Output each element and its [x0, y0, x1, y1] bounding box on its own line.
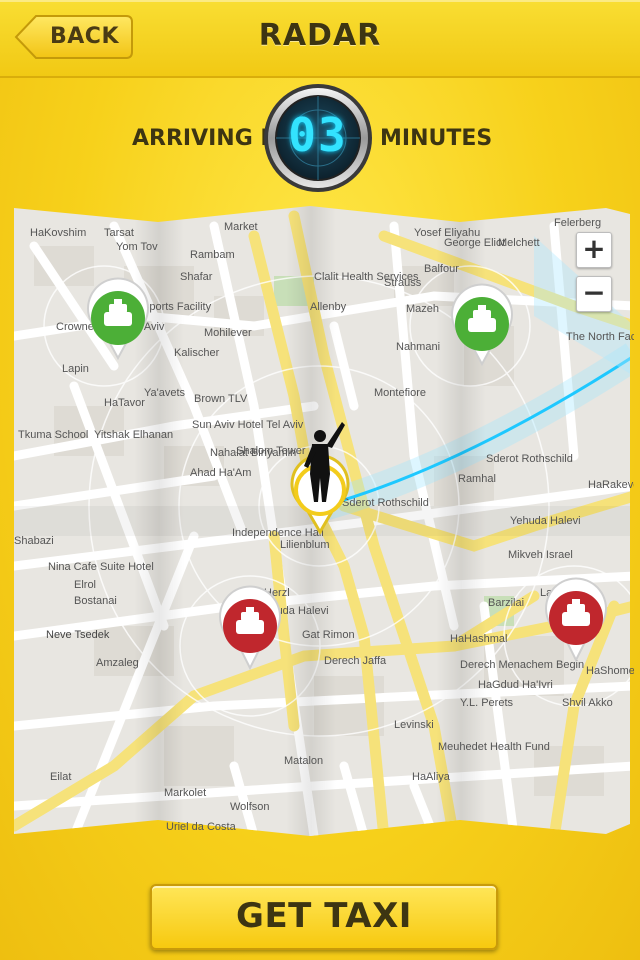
- svg-text:Balfour: Balfour: [424, 263, 459, 275]
- minutes-label: MINUTES: [380, 126, 493, 151]
- svg-text:Market: Market: [224, 221, 258, 233]
- svg-text:Lilienblum: Lilienblum: [280, 539, 330, 551]
- svg-text:HaAliya: HaAliya: [412, 771, 451, 783]
- svg-text:Neve Tsedek: Neve Tsedek: [46, 629, 110, 641]
- svg-text:Nina Cafe Suite Hotel: Nina Cafe Suite Hotel: [48, 561, 154, 573]
- svg-text:Mikveh Israel: Mikveh Israel: [508, 549, 573, 561]
- svg-text:Ramhal: Ramhal: [458, 473, 496, 485]
- svg-text:George Eliot: George Eliot: [444, 237, 505, 249]
- svg-text:Sderot Rothschild: Sderot Rothschild: [486, 453, 573, 465]
- svg-text:Melchett: Melchett: [498, 237, 540, 249]
- svg-text:Yehuda Halevi: Yehuda Halevi: [510, 515, 581, 527]
- svg-text:Ya'avets: Ya'avets: [144, 387, 186, 399]
- svg-text:HaRakevet: HaRakevet: [588, 479, 634, 491]
- svg-text:Brown TLV: Brown TLV: [194, 393, 248, 405]
- svg-text:Independence Hall: Independence Hall: [232, 527, 324, 539]
- svg-text:Mazeh: Mazeh: [406, 303, 439, 315]
- header-bar: BACK RADAR: [0, 0, 640, 78]
- svg-text:Shvil Akko: Shvil Akko: [562, 697, 613, 709]
- svg-text:Gat Rimon: Gat Rimon: [302, 629, 355, 641]
- svg-text:Eilat: Eilat: [50, 771, 71, 783]
- svg-text:Montefiore: Montefiore: [374, 387, 426, 399]
- svg-text:The North Face Store: The North Face Store: [566, 331, 634, 343]
- svg-text:Tarsat: Tarsat: [104, 227, 134, 239]
- zoom-out-button[interactable]: −: [576, 276, 612, 312]
- svg-text:HaHashmal: HaHashmal: [450, 633, 507, 645]
- svg-text:Sderot Rothschild: Sderot Rothschild: [342, 497, 429, 509]
- svg-text:Ahad Ha'Am: Ahad Ha'Am: [190, 467, 251, 479]
- page-title: RADAR: [258, 18, 382, 53]
- svg-text:Felerberg: Felerberg: [554, 217, 601, 229]
- svg-text:Tkuma School: Tkuma School: [18, 429, 88, 441]
- svg-text:Meuhedet Health Fund: Meuhedet Health Fund: [438, 741, 550, 753]
- svg-text:Strauss: Strauss: [384, 277, 422, 289]
- svg-text:HaShomer: HaShomer: [586, 665, 634, 677]
- svg-text:Levinski: Levinski: [394, 719, 434, 731]
- minutes-value: 03: [288, 108, 348, 162]
- svg-text:Derech Jaffa: Derech Jaffa: [324, 655, 387, 667]
- svg-text:Nahalat Binyamin: Nahalat Binyamin: [210, 447, 296, 459]
- svg-text:Yom Tov: Yom Tov: [116, 241, 158, 253]
- svg-text:Mohilever: Mohilever: [204, 327, 252, 339]
- svg-text:Barzilai: Barzilai: [488, 597, 524, 609]
- svg-text:HaGdud Ha'Ivri: HaGdud Ha'Ivri: [478, 679, 553, 691]
- svg-text:Bostanai: Bostanai: [74, 595, 117, 607]
- svg-text:Allenby: Allenby: [310, 301, 347, 313]
- svg-text:Matalon: Matalon: [284, 755, 323, 767]
- svg-text:Uriel da Costa: Uriel da Costa: [166, 821, 237, 833]
- zoom-in-button[interactable]: +: [576, 232, 612, 268]
- arrival-timer: 03: [262, 82, 374, 194]
- svg-text:Amzaleg: Amzaleg: [96, 657, 139, 669]
- svg-text:Wolfson: Wolfson: [230, 801, 270, 813]
- svg-text:Sports Facility: Sports Facility: [142, 301, 212, 313]
- get-taxi-button[interactable]: GET TAXI: [150, 884, 498, 950]
- svg-text:Elrol: Elrol: [74, 579, 96, 591]
- svg-text:Sun Aviv Hotel Tel Aviv: Sun Aviv Hotel Tel Aviv: [192, 419, 304, 431]
- svg-text:Derech Menachem Begin: Derech Menachem Begin: [460, 659, 584, 671]
- svg-text:Shafar: Shafar: [180, 271, 213, 283]
- svg-text:HaTavor: HaTavor: [104, 397, 145, 409]
- svg-text:Nahmani: Nahmani: [396, 341, 440, 353]
- svg-text:Yitshak Elhanan: Yitshak Elhanan: [94, 429, 173, 441]
- svg-text:Rambam: Rambam: [190, 249, 235, 261]
- svg-text:Shabazi: Shabazi: [14, 535, 54, 547]
- svg-text:Markolet: Markolet: [164, 787, 206, 799]
- map-canvas[interactable]: HaKovshim Market Tarsat Yom Tov Rambam S…: [14, 206, 640, 838]
- svg-text:HaKovshim: HaKovshim: [30, 227, 86, 239]
- svg-text:Y.L. Perets: Y.L. Perets: [460, 697, 513, 709]
- svg-text:Lapin: Lapin: [62, 363, 89, 375]
- map-view[interactable]: HaKovshim Market Tarsat Yom Tov Rambam S…: [14, 206, 640, 838]
- svg-text:Kalischer: Kalischer: [174, 347, 220, 359]
